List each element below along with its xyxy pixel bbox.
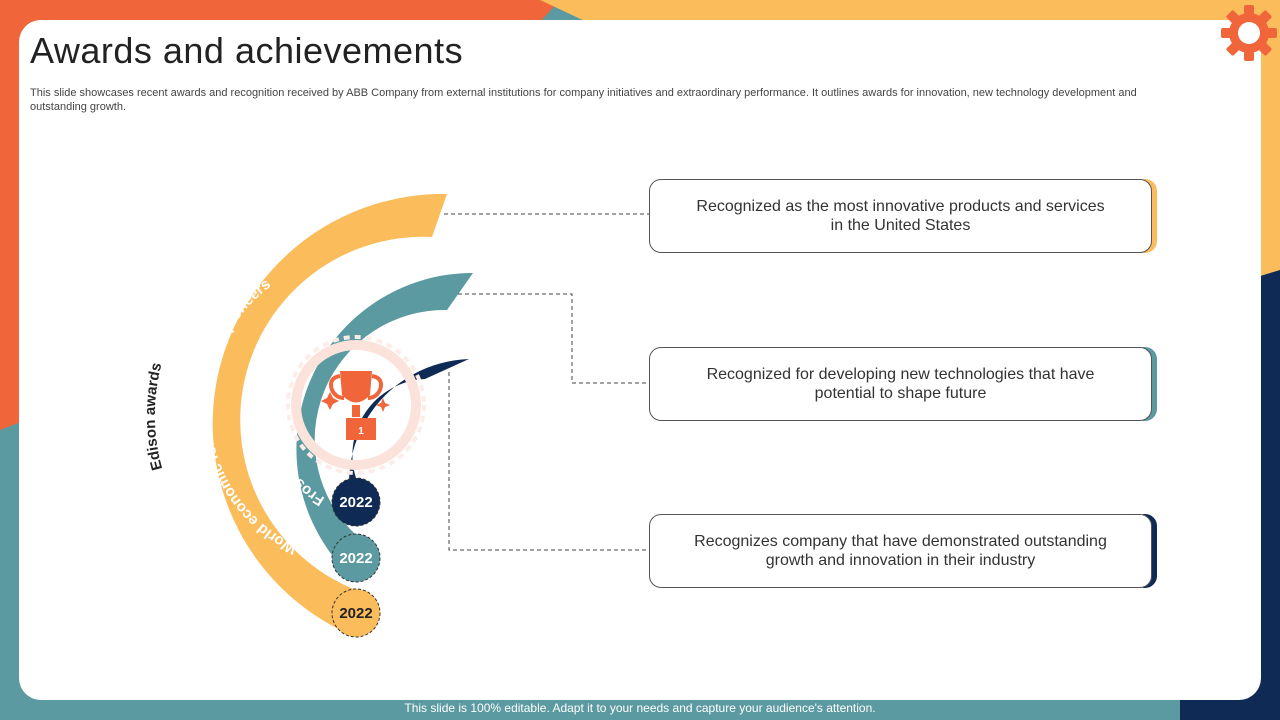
footer-note: This slide is 100% editable. Adapt it to… <box>404 701 876 715</box>
connector-3 <box>448 372 649 551</box>
callout-box-1: Recognized as the most innovative produc… <box>649 179 1152 253</box>
callout-text-1: Recognized as the most innovative produc… <box>696 198 1105 234</box>
callout-text-3: Recognizes company that have demonstrate… <box>694 533 1107 569</box>
callout-box-3: Recognizes company that have demonstrate… <box>649 514 1152 588</box>
trophy-rank-label: 1 <box>358 426 364 437</box>
callout-text-2: Recognized for developing new technologi… <box>706 366 1095 402</box>
trophy-icon <box>321 371 390 440</box>
year-label-edison: 2022 <box>339 605 372 622</box>
year-label-wef: 2022 <box>339 550 372 567</box>
arc-label-edison: Edison awards <box>142 361 166 472</box>
year-label-frost: 2022 <box>339 494 372 511</box>
callout-box-2: Recognized for developing new technologi… <box>649 347 1152 421</box>
connector-2 <box>458 293 649 384</box>
